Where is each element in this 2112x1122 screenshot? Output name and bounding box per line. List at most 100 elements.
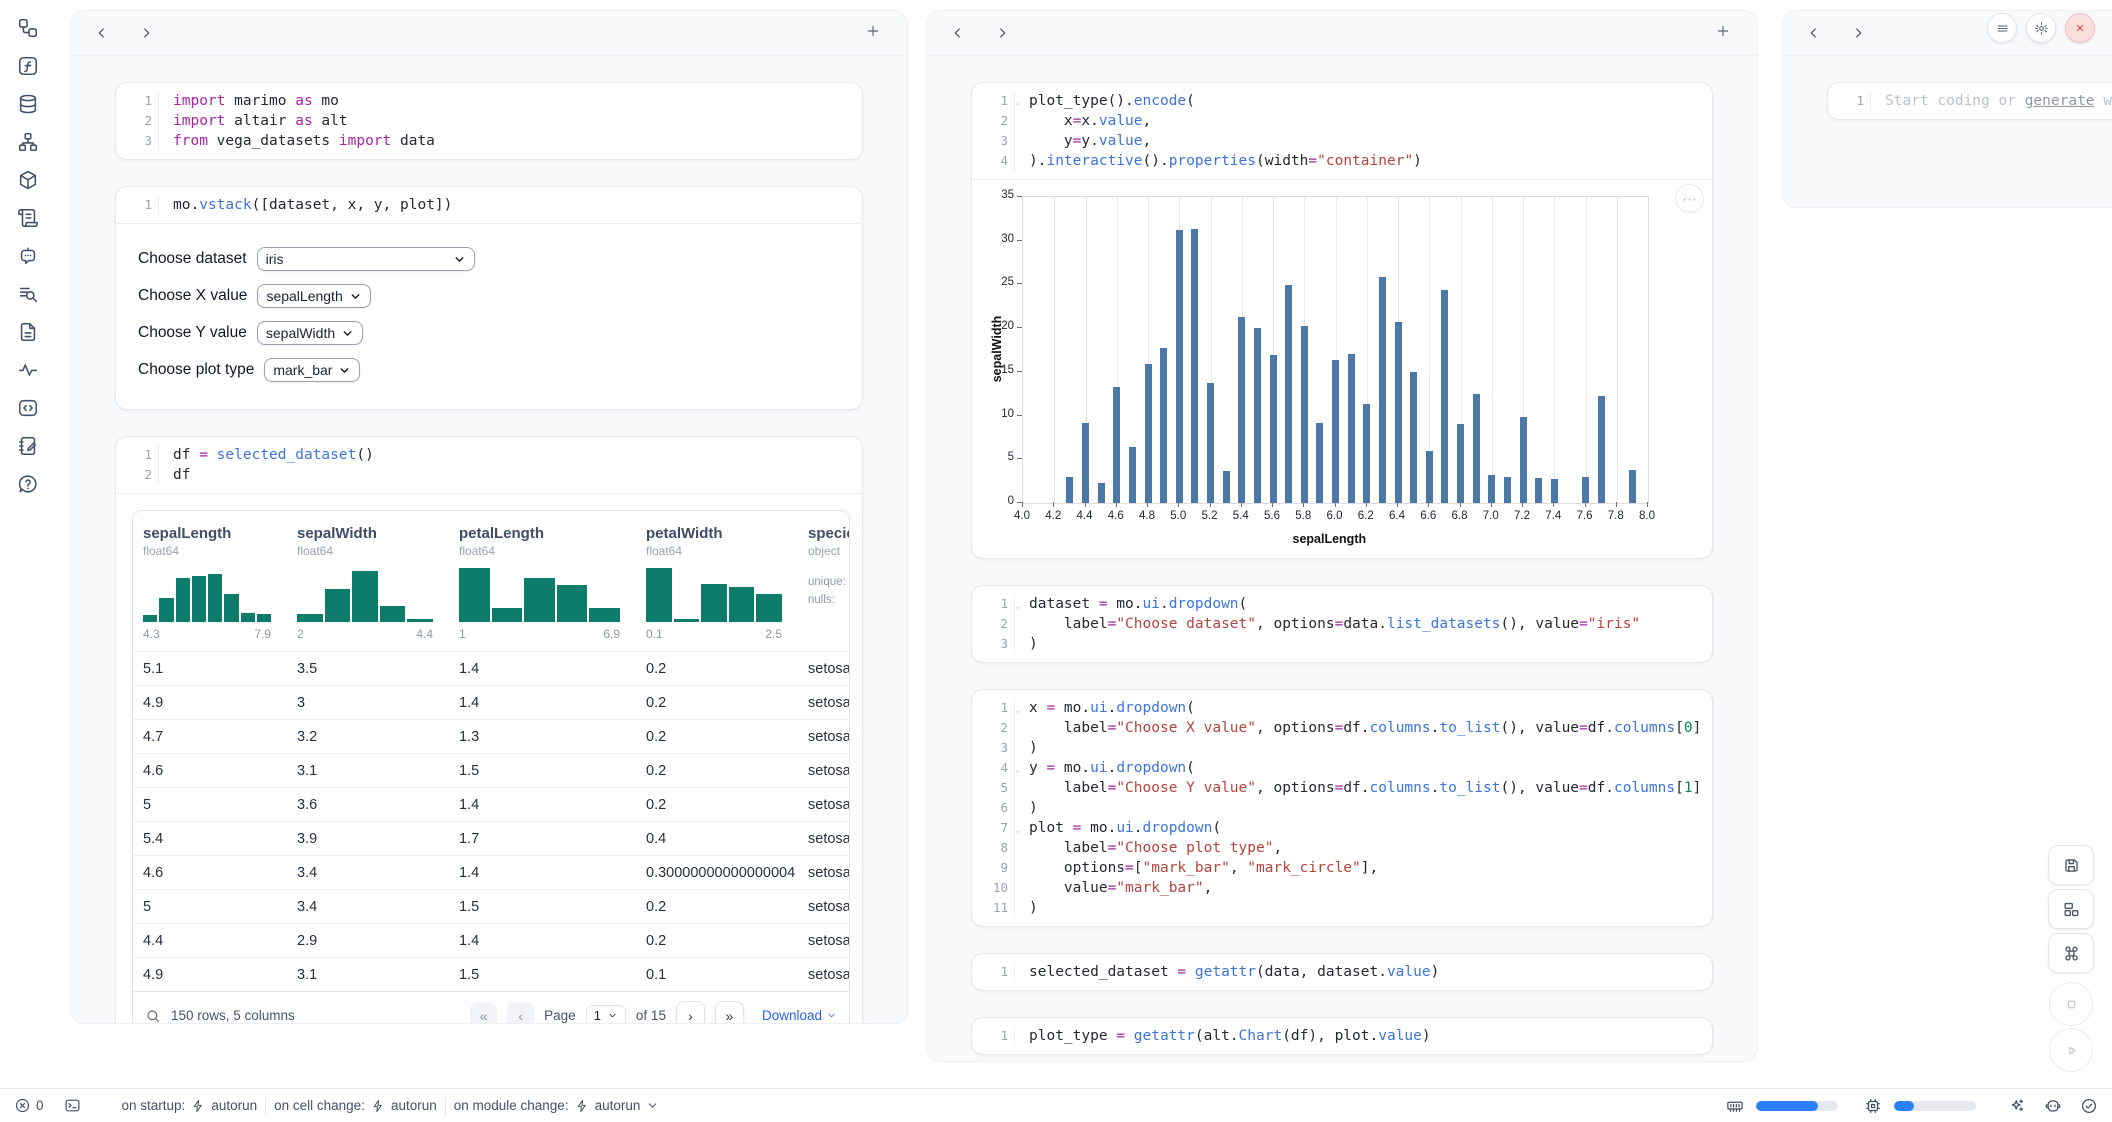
column-dtype: float64 [143,544,271,558]
dropdown-select[interactable]: sepalWidth [257,321,363,345]
close-button[interactable] [2065,13,2095,43]
rail-icon-chat-bot-icon[interactable] [16,244,40,268]
layout-button[interactable] [2048,889,2094,929]
table-row: 53.61.40.2setosa [133,787,849,821]
code-text: mo.vstack([dataset, x, y, plot]) [158,195,862,215]
copilot-icon[interactable] [2044,1097,2062,1115]
table-cell: 1.4 [459,797,646,813]
rail-icon-search-list-icon[interactable] [16,282,40,306]
code-text: selected_dataset = getattr(data, dataset… [1014,962,1712,982]
chart-menu-button[interactable]: ⋯ [1675,184,1704,213]
fold-chevron-icon[interactable]: ⌄ [1015,760,1020,780]
generate-with-ai-link[interactable]: generate [2025,93,2095,109]
terminal-button[interactable] [64,1097,81,1114]
rail-icon-scratchpad-icon[interactable] [16,434,40,458]
keyboard-shortcuts-button[interactable] [2048,933,2094,973]
add-cell-button[interactable] [1715,23,1735,43]
chevron-down-icon [453,253,466,266]
line-number: 7⌄ [972,818,1014,838]
code-editor[interactable]: 1plot_type = getattr(alt.Chart(df), plot… [972,1018,1712,1054]
code-text: value="mark_bar", [1014,878,1712,898]
runtime-mode-startup[interactable]: on startup:autorun [122,1098,258,1113]
column-forward-button[interactable] [1849,24,1867,42]
code-editor[interactable]: 1⌄plot_type().encode(2 x=x.value,3 y=y.v… [972,83,1712,179]
settings-button[interactable] [2026,13,2056,43]
table-cell: setosa [808,865,849,881]
run-button[interactable] [2049,1028,2093,1072]
table-cell: 4.4 [143,933,297,949]
fold-chevron-icon[interactable]: ⌄ [1015,596,1020,616]
divider [265,1097,266,1115]
meter-fill [1894,1101,1914,1111]
prev-page-button[interactable]: ‹ [507,1002,534,1024]
rail-icon-code-block-icon[interactable] [16,396,40,420]
table-cell: 1.5 [459,899,646,915]
line-number: 5 [972,778,1014,798]
column-header-sepalLength[interactable]: sepalLengthfloat644.37.9 [143,525,297,651]
code-text: dataset = mo.ui.dropdown( [1014,594,1712,614]
rail-icon-activity-icon[interactable] [16,358,40,382]
sparkles-icon[interactable] [2008,1097,2026,1115]
code-editor[interactable]: 1import marimo as mo2import altair as al… [116,83,862,159]
column-header-petalWidth[interactable]: petalWidthfloat640.12.5 [646,525,808,651]
error-panel-toggle[interactable]: 0 [14,1097,44,1114]
close-icon [2073,21,2087,35]
menu-button[interactable] [1987,13,2017,43]
empty-code-cell[interactable]: 1 Start coding or generate with AI [1827,82,2112,120]
chevron-down-icon [826,1010,837,1021]
column-header-petalLength[interactable]: petalLengthfloat6416.9 [459,525,646,651]
histogram-bar [143,615,157,622]
chart-bar [1473,394,1480,503]
column-forward-button[interactable] [137,24,155,42]
add-cell-button[interactable] [865,23,885,43]
column-header-sepalWidth[interactable]: sepalWidthfloat6424.4 [297,525,459,651]
y-tick-label: 0 [974,495,1014,507]
rail-icon-help-circle-icon[interactable] [16,472,40,496]
column-back-button[interactable] [1805,24,1823,42]
code-editor[interactable]: 1⌄dataset = mo.ui.dropdown(2 label="Choo… [972,586,1712,662]
x-tick-mark [1116,502,1117,507]
stop-button[interactable] [2049,982,2093,1026]
table-cell: 1.4 [459,661,646,677]
range-min: 4.3 [143,627,160,641]
rail-icon-package-icon[interactable] [16,168,40,192]
column-forward-button[interactable] [993,24,1011,42]
dropdown-select[interactable]: iris [257,247,475,271]
runtime-mode-cell-change[interactable]: on cell change:autorun [274,1098,437,1113]
column-back-button[interactable] [949,24,967,42]
save-button[interactable] [2048,845,2094,885]
rail-icon-sitemap-icon[interactable] [16,130,40,154]
table-search-icon[interactable] [145,1008,161,1024]
rail-icon-script-icon[interactable] [16,206,40,230]
rail-icon-database-icon[interactable] [16,92,40,116]
code-editor[interactable]: 1selected_dataset = getattr(data, datase… [972,954,1712,990]
download-button[interactable]: Download [762,1008,837,1023]
last-page-button[interactable]: » [715,1001,744,1024]
chevron-down-icon [341,327,354,340]
cpu-icon [1864,1097,1882,1115]
table-summary: 150 rows, 5 columns [171,1008,295,1023]
fold-chevron-icon[interactable]: ⌄ [1015,700,1020,720]
fold-chevron-icon[interactable]: ⌄ [1015,93,1020,113]
column-header-species[interactable]: speciesobjectunique:nulls: [808,525,849,651]
column-back-button[interactable] [93,24,111,42]
fold-chevron-icon[interactable]: ⌄ [1015,820,1020,840]
dropdown-select[interactable]: sepalLength [257,284,370,308]
code-editor[interactable]: 1⌄x = mo.ui.dropdown(2 label="Choose X v… [972,690,1712,926]
code-editor[interactable]: 1df = selected_dataset()2df [116,437,862,493]
code-cell-dataframe: 1df = selected_dataset()2df sepalLengthf… [115,436,863,1024]
code-editor[interactable]: 1mo.vstack([dataset, x, y, plot]) [116,187,862,223]
page-select[interactable]: 1 [586,1005,626,1024]
rail-icon-document-icon[interactable] [16,320,40,344]
next-page-button[interactable]: › [676,1001,705,1024]
runtime-mode-module-change[interactable]: on module change:autorun [454,1098,660,1113]
memory-usage-meter [1756,1101,1838,1111]
dropdown-value: mark_bar [273,362,332,378]
first-page-button[interactable]: « [470,1002,497,1024]
rail-icon-function-square-icon[interactable] [16,54,40,78]
table-cell: setosa [808,763,849,779]
dropdown-select[interactable]: mark_bar [264,358,360,382]
rail-icon-workflow-icon[interactable] [16,16,40,40]
check-circle-icon[interactable] [2080,1097,2098,1115]
code-placeholder[interactable]: Start coding or generate with AI [1870,91,2112,111]
